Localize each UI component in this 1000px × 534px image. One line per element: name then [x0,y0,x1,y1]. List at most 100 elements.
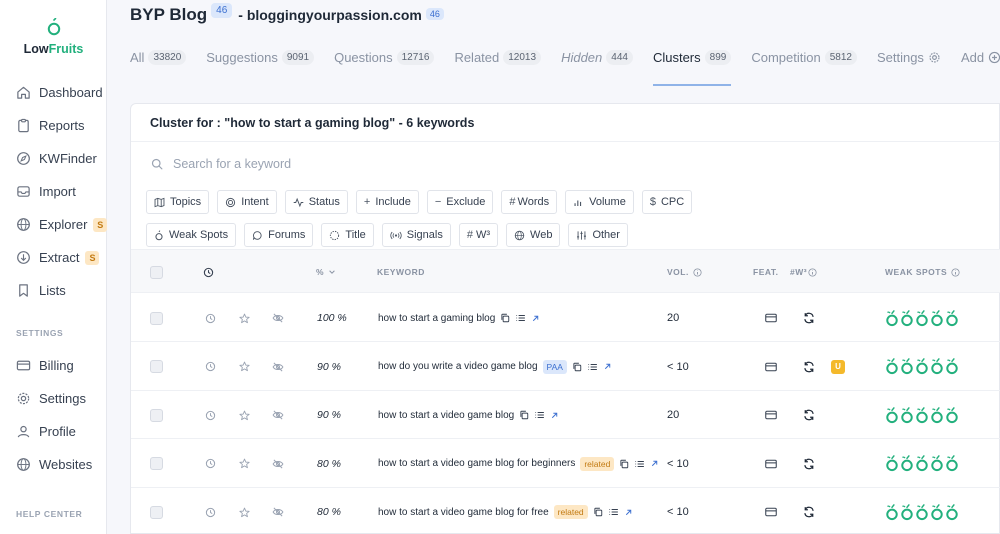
filter-forums-button[interactable]: Forums [244,223,314,247]
filter-volume-button[interactable]: Volume [565,190,634,214]
w3-header[interactable]: #W³ [790,250,817,294]
copy-icon[interactable] [619,459,629,469]
filter-words-button[interactable]: # Words [501,190,558,214]
history-button[interactable] [205,488,216,534]
list-icon[interactable] [587,362,598,372]
external-link-icon[interactable] [603,362,612,371]
history-button[interactable] [205,294,216,342]
logo[interactable]: LowFruits [0,18,107,56]
filter-cpc-button[interactable]: $ CPC [641,190,693,214]
copy-icon[interactable] [572,362,582,372]
keyword-header[interactable]: KEYWORD [377,250,425,294]
tab-competition[interactable]: Competition 5812 [751,47,857,67]
filter-title-button[interactable]: Title [321,223,374,247]
refresh-w3-button[interactable] [803,343,815,391]
row-checkbox[interactable] [150,440,163,488]
filter-other-button[interactable]: Other [568,223,628,247]
sidebar-item-profile[interactable]: Profile [0,415,107,448]
serp-features-button[interactable] [765,391,777,439]
keyword-text[interactable]: how to start a video game blog for free [378,507,549,518]
sidebar-item-dashboard[interactable]: Dashboard [0,76,107,109]
serp-features-button[interactable] [765,343,777,391]
history-button[interactable] [205,440,216,488]
external-link-icon[interactable] [531,314,540,323]
tab-suggestions[interactable]: Suggestions 9091 [206,47,315,67]
logo-text-low: Low [23,42,49,56]
history-button[interactable] [205,343,216,391]
tab-hidden[interactable]: Hidden 444 [561,47,633,67]
tab-add[interactable]: Add [961,47,1000,67]
sidebar-item-settings[interactable]: Settings [0,382,107,415]
weak-spots-header[interactable]: WEAK SPOTS [885,250,960,294]
filter-web-button[interactable]: Web [506,223,561,247]
star-button[interactable] [239,488,250,534]
weak-spots-apples [885,503,959,521]
tab-clusters[interactable]: Clusters 899 [652,47,732,86]
refresh-w3-button[interactable] [803,391,815,439]
hide-button[interactable] [272,294,284,342]
help-center-label[interactable]: HELP CENTER [0,503,107,525]
filter-signals-button[interactable]: Signals [381,223,451,247]
refresh-w3-button[interactable] [803,440,815,488]
hide-button[interactable] [272,343,284,391]
tab-questions[interactable]: Questions 12716 [334,47,435,67]
star-button[interactable] [239,294,250,342]
search-input[interactable] [173,156,573,171]
copy-icon[interactable] [593,507,603,517]
filter-status-button[interactable]: Status [284,190,348,214]
filter-topics-button[interactable]: Topics [146,190,210,214]
select-all-checkbox[interactable] [150,250,163,294]
vol-header[interactable]: VOL. [667,250,702,294]
hide-button[interactable] [272,440,284,488]
sidebar-item-websites[interactable]: Websites [0,448,107,481]
sidebar-item-lists[interactable]: Lists [0,274,107,307]
refresh-w3-button[interactable] [803,294,815,342]
filter-exclude-button[interactable]: − Exclude [426,190,494,214]
external-link-icon[interactable] [550,411,559,420]
hide-button[interactable] [272,488,284,534]
filter-include-button[interactable]: + Include [355,190,419,214]
history-button[interactable] [205,391,216,439]
logo-text-fruits: Fruits [48,42,84,56]
filter-w3-button[interactable]: # W³ [458,223,499,247]
list-icon[interactable] [608,507,619,517]
copy-icon[interactable] [500,313,510,323]
row-checkbox[interactable] [150,343,163,391]
keyword-text[interactable]: how to start a video game blog for begin… [378,458,575,469]
info-icon [808,267,817,277]
filter-weak-spots-button[interactable]: Weak Spots [146,223,237,247]
star-button[interactable] [239,391,250,439]
tab-settings[interactable]: Settings [877,47,941,67]
sidebar-item-import[interactable]: Import [0,175,107,208]
row-checkbox[interactable] [150,488,163,534]
tab-related[interactable]: Related 12013 [454,47,542,67]
refresh-w3-button[interactable] [803,488,815,534]
hide-button[interactable] [272,391,284,439]
external-link-icon[interactable] [650,459,659,468]
sidebar-item-reports[interactable]: Reports [0,109,107,142]
serp-features-button[interactable] [765,440,777,488]
filter-intent-button[interactable]: Intent [217,190,277,214]
keyword-text[interactable]: how to start a gaming blog [378,313,495,324]
external-link-icon[interactable] [624,508,633,517]
list-icon[interactable] [534,410,545,420]
feat-header[interactable]: FEAT. [753,250,778,294]
sidebar-item-explorer[interactable]: Explorer S [0,208,107,241]
keyword-text[interactable]: how to start a video game blog [378,410,514,421]
sidebar-item-kwfinder[interactable]: KWFinder [0,142,107,175]
row-checkbox[interactable] [150,391,163,439]
star-button[interactable] [239,343,250,391]
sidebar-item-billing[interactable]: Billing [0,349,107,382]
serp-features-button[interactable] [765,488,777,534]
list-icon[interactable] [634,459,645,469]
tab-all[interactable]: All 33820 [130,47,187,67]
sidebar-item-extract[interactable]: Extract S [0,241,107,274]
star-button[interactable] [239,440,250,488]
pct-header[interactable]: % [316,250,336,294]
copy-icon[interactable] [519,410,529,420]
keyword-text[interactable]: how do you write a video game blog [378,361,538,372]
list-icon[interactable] [515,313,526,323]
serp-features-button[interactable] [765,294,777,342]
row-checkbox[interactable] [150,294,163,342]
clock-sort-header[interactable] [203,250,214,294]
